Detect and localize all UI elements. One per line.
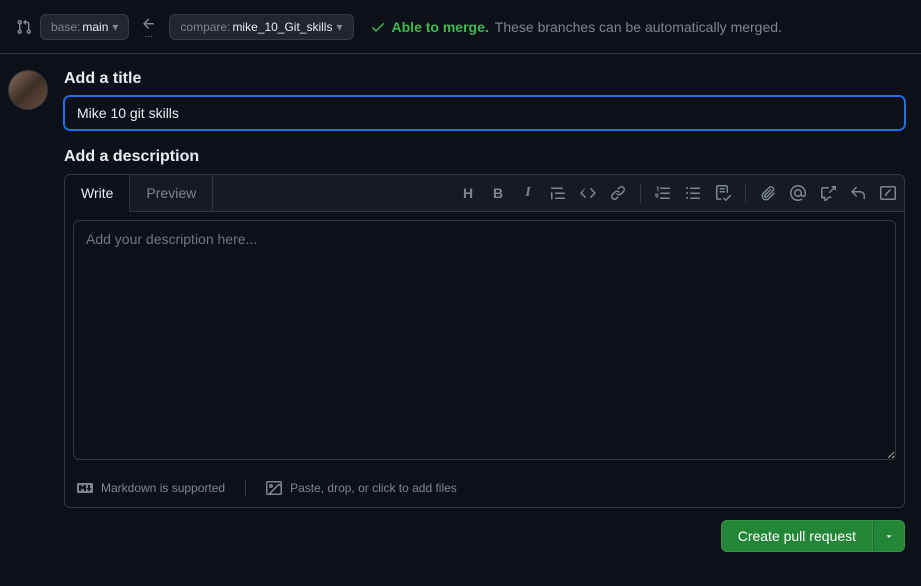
mention-icon[interactable] (790, 185, 806, 201)
toolbar-separator (640, 183, 641, 203)
compare-label: compare: (180, 20, 230, 34)
avatar (8, 70, 48, 110)
markdown-toolbar: H B I (460, 183, 896, 203)
description-textarea[interactable] (73, 220, 896, 460)
ordered-list-icon[interactable] (655, 185, 671, 201)
attach-files[interactable]: Paste, drop, or click to add files (266, 480, 457, 496)
compare-bar: base: main ▾ … compare: mike_10_Git_skil… (0, 0, 921, 54)
italic-icon[interactable]: I (520, 185, 536, 201)
create-pull-request-button[interactable]: Create pull request (721, 520, 873, 552)
description-label: Add a description (64, 148, 905, 166)
heading-icon[interactable]: H (460, 185, 476, 201)
base-value: main (82, 20, 108, 34)
reply-icon[interactable] (850, 185, 866, 201)
pull-request-icon (16, 19, 32, 35)
attach-icon[interactable] (760, 185, 776, 201)
description-box: Write Preview H B I (64, 174, 905, 508)
merge-message: These branches can be automatically merg… (495, 19, 782, 35)
bold-icon[interactable]: B (490, 185, 506, 201)
arrow-left-icon: … (137, 16, 161, 37)
tab-preview[interactable]: Preview (130, 175, 213, 211)
editor-tabs: Write Preview H B I (65, 175, 904, 212)
title-label: Add a title (64, 70, 905, 88)
compare-branch-selector[interactable]: compare: mike_10_Git_skills ▾ (169, 14, 353, 40)
quote-icon[interactable] (550, 185, 566, 201)
tab-write[interactable]: Write (65, 175, 130, 212)
attach-text: Paste, drop, or click to add files (290, 481, 457, 495)
footer-separator (245, 479, 246, 497)
caret-down-icon (884, 531, 894, 541)
unordered-list-icon[interactable] (685, 185, 701, 201)
check-icon (370, 19, 386, 35)
markdown-icon (77, 480, 93, 496)
cross-reference-icon[interactable] (820, 185, 836, 201)
markdown-text: Markdown is supported (101, 481, 225, 495)
markdown-supported[interactable]: Markdown is supported (77, 480, 225, 496)
toolbar-separator (745, 183, 746, 203)
slash-command-icon[interactable] (880, 185, 896, 201)
merge-able-text: Able to merge. (392, 19, 489, 35)
base-branch-selector[interactable]: base: main ▾ (40, 14, 129, 40)
title-input[interactable] (64, 96, 905, 130)
image-icon (266, 480, 282, 496)
create-pull-request-dropdown[interactable] (873, 520, 905, 552)
create-pr-group: Create pull request (721, 520, 905, 552)
actions-row: Create pull request (64, 520, 905, 552)
link-icon[interactable] (610, 185, 626, 201)
caret-down-icon: ▾ (112, 20, 118, 34)
caret-down-icon: ▾ (336, 20, 342, 34)
editor-footer: Markdown is supported Paste, drop, or cl… (65, 471, 904, 507)
base-label: base: (51, 20, 80, 34)
compare-value: mike_10_Git_skills (232, 20, 332, 34)
code-icon[interactable] (580, 185, 596, 201)
merge-status: Able to merge. These branches can be aut… (370, 19, 782, 35)
tasklist-icon[interactable] (715, 185, 731, 201)
